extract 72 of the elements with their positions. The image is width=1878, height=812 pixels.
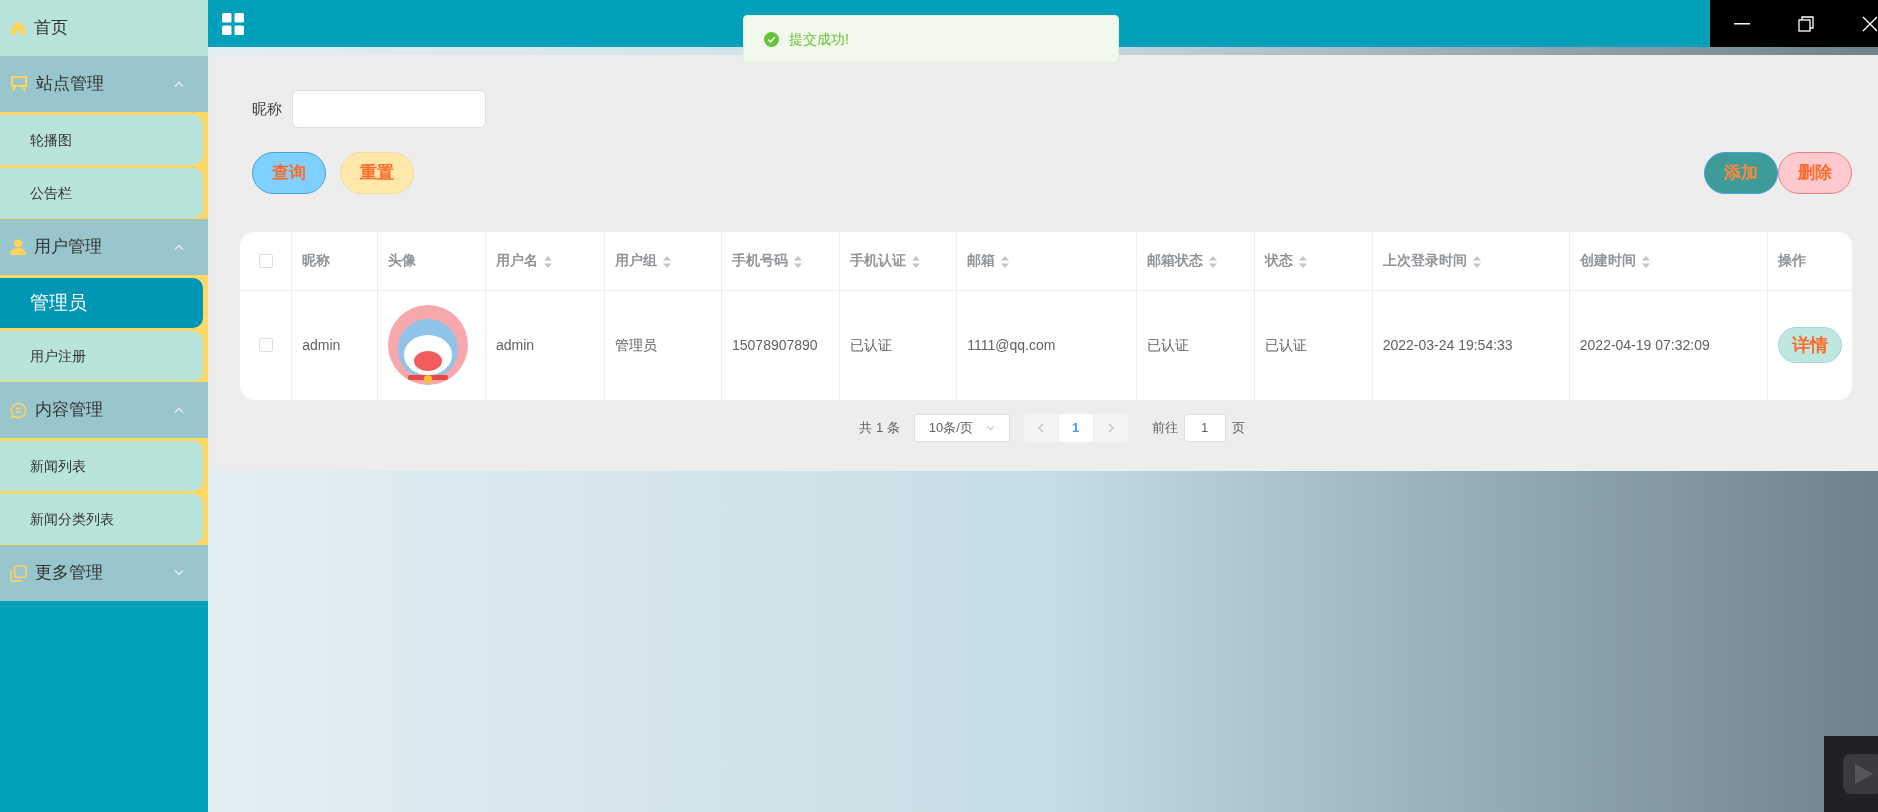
play-icon <box>1843 754 1878 794</box>
easel-icon <box>10 75 28 93</box>
delete-button[interactable]: 删除 <box>1778 152 1852 194</box>
table-cell: 已认证 <box>1146 336 1189 353</box>
table-cell: 管理员 <box>614 336 657 353</box>
close-icon[interactable] <box>1862 15 1878 32</box>
sidebar-item[interactable]: 站点管理 <box>0 56 208 112</box>
column-header[interactable]: 用户组 <box>614 252 657 269</box>
table-cell: admin <box>496 336 535 353</box>
sidebar-subitem[interactable]: 新闻列表 <box>0 441 203 491</box>
sort-icon[interactable] <box>1299 255 1308 268</box>
restore-icon[interactable] <box>1798 15 1814 32</box>
sort-icon[interactable] <box>794 255 802 268</box>
table-cell: 2022-04-19 07:32:09 <box>1579 336 1710 353</box>
next-page-button[interactable] <box>1093 414 1128 442</box>
sort-icon[interactable] <box>1641 255 1650 268</box>
nickname-input[interactable] <box>292 90 486 128</box>
chevron-down-icon <box>985 425 995 431</box>
minimize-icon[interactable] <box>1734 22 1750 25</box>
sidebar-subitem[interactable]: 管理员 <box>0 278 203 328</box>
column-header[interactable]: 邮箱状态 <box>1146 252 1203 269</box>
sidebar-item[interactable]: 内容管理 <box>0 382 208 438</box>
query-button[interactable]: 查询 <box>252 152 326 194</box>
total-count: 共 1 条 <box>859 419 900 438</box>
chevron-right-icon <box>1107 423 1114 433</box>
sidebar-item[interactable]: 更多管理 <box>0 545 208 601</box>
sort-icon[interactable] <box>911 255 920 268</box>
sort-icon[interactable] <box>1208 255 1217 268</box>
column-header[interactable]: 手机号码 <box>732 252 788 269</box>
table-cell: 15078907890 <box>732 336 818 353</box>
chevron-left-icon <box>1037 423 1044 433</box>
column-header[interactable]: 状态 <box>1265 252 1294 269</box>
column-header: 昵称 <box>302 252 331 269</box>
column-header[interactable]: 上次登录时间 <box>1382 252 1467 269</box>
check-circle-icon <box>764 31 779 47</box>
column-header[interactable]: 手机认证 <box>849 252 906 269</box>
sort-icon[interactable] <box>1472 255 1481 268</box>
select-all-checkbox[interactable] <box>258 253 273 268</box>
table-cell: 2022-03-24 19:54:33 <box>1382 336 1513 353</box>
column-header[interactable]: 创建时间 <box>1579 252 1636 269</box>
column-header: 头像 <box>388 252 417 269</box>
sidebar-subitem[interactable]: 新闻分类列表 <box>0 494 203 544</box>
column-header[interactable]: 邮箱 <box>967 252 996 269</box>
prev-page-button[interactable] <box>1023 414 1058 442</box>
field-label: 昵称 <box>252 98 282 119</box>
sort-icon[interactable] <box>1001 255 1010 268</box>
table-cell: 已认证 <box>1265 336 1308 353</box>
page-suffix: 页 <box>1231 419 1245 438</box>
reset-button[interactable]: 重置 <box>340 152 414 194</box>
table-cell: 已认证 <box>849 336 892 353</box>
page-size-select[interactable]: 10条/页 <box>913 414 1010 442</box>
home-icon <box>10 20 26 36</box>
sort-icon[interactable] <box>662 255 671 268</box>
sort-icon[interactable] <box>544 255 552 268</box>
sidebar-item[interactable]: 用户管理 <box>0 219 208 275</box>
chat-bubble-icon <box>10 401 27 419</box>
row-checkbox[interactable] <box>258 338 273 353</box>
goto-label: 前往 <box>1151 419 1178 438</box>
sidebar-subitem[interactable]: 用户注册 <box>0 331 203 381</box>
table-cell: 1111@qq.com <box>967 336 1056 353</box>
copy-icon <box>10 564 27 582</box>
sidebar-subitem[interactable]: 轮播图 <box>0 115 203 165</box>
page-input[interactable]: 1 <box>1183 414 1226 442</box>
grid-icon[interactable] <box>222 12 244 35</box>
detail-button[interactable]: 详情 <box>1777 327 1842 364</box>
table-cell: admin <box>302 336 341 353</box>
column-header[interactable]: 用户名 <box>496 252 538 269</box>
page-number[interactable]: 1 <box>1058 414 1093 442</box>
column-header: 操作 <box>1777 252 1806 269</box>
sidebar-subitem[interactable]: 公告栏 <box>0 168 203 218</box>
toast-message: 提交成功! <box>789 29 849 49</box>
user-icon <box>10 239 26 255</box>
